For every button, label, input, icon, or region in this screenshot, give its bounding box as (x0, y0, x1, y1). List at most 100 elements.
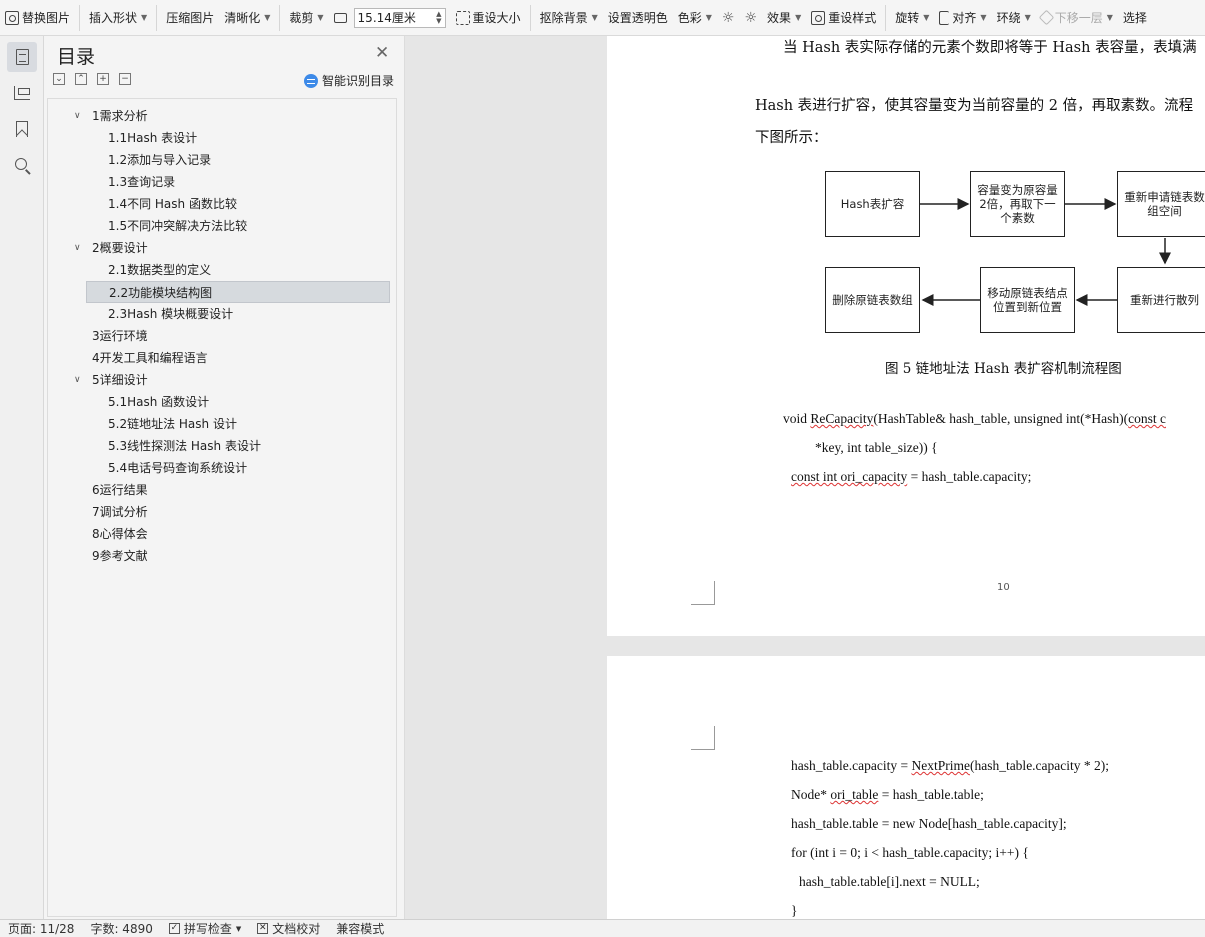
code-line: Node* ori_table = hash_table.table; (791, 787, 984, 802)
toc-item-label: 5详细设计 (92, 373, 148, 387)
document-area[interactable]: 当 Hash 表实际存储的元素个数即将等于 Hash 表容量，表填满 Hash … (405, 36, 1205, 919)
rotate-button[interactable]: 旋转 ▼ (890, 4, 934, 32)
toc-item-label: 1.2添加与导入记录 (108, 153, 212, 167)
toc-item-label: 5.3线性探测法 Hash 表设计 (108, 439, 261, 453)
toolbar-divider (885, 4, 887, 31)
smart-recognize-icon (303, 73, 318, 88)
chevron-down-icon: ▼ (141, 13, 148, 22)
size-input[interactable]: 15.14厘米 ▲ ▼ (353, 7, 446, 28)
toc-item-label: 9参考文献 (92, 549, 148, 563)
toc-title: 目录 (57, 46, 96, 68)
toc-item-label: 3运行环境 (92, 329, 148, 343)
spell-check-toggle[interactable]: ✓ 拼写检查 ▼ (161, 920, 249, 937)
chevron-down-icon[interactable]: ∨ (74, 237, 81, 259)
toc-item-label: 2.2功能模块结构图 (109, 286, 213, 300)
brightness-down-button[interactable]: ☼ (739, 4, 762, 32)
toc-item-label: 7调试分析 (92, 505, 148, 519)
checkbox-checked-icon: ✓ (168, 923, 180, 934)
toc-item-label: 1需求分析 (92, 109, 148, 123)
document-page: 当 Hash 表实际存储的元素个数即将等于 Hash 表容量，表填满 Hash … (607, 36, 1205, 636)
paragraph-line: 下图所示： (755, 130, 828, 146)
toc-item-label: 1.1Hash 表设计 (108, 131, 198, 145)
insert-shape-button[interactable]: 插入形状 ▼ (84, 4, 152, 32)
toc-item-label: 4开发工具和编程语言 (92, 351, 208, 365)
chapter-tree-icon (14, 86, 30, 100)
page-corner-mark (691, 726, 715, 750)
chevron-down-icon[interactable]: ∨ (74, 105, 81, 127)
code-line: const int ori_capacity = hash_table.capa… (791, 469, 1032, 484)
compress-image-button[interactable]: 压缩图片 (161, 4, 219, 32)
flow-box: 重新申请链表数组空间 (1117, 171, 1205, 237)
flow-box: 移动原链表结点位置到新位置 (980, 267, 1075, 333)
word-count[interactable]: 字数: 4890 (82, 920, 160, 937)
page-corner-mark (691, 581, 715, 605)
bookmark-button[interactable] (7, 114, 37, 144)
reset-style-button[interactable]: 重设样式 (806, 4, 881, 32)
toc-panel: 目录 ✕ ⌄ ⌃ + − 智能识别目录 ∨ 1需求分析 1.1Hash 表设计 1.2… (44, 36, 405, 919)
align-button[interactable]: 对齐 ▼ (934, 4, 991, 32)
toc-item-label: 2.1数据类型的定义 (108, 263, 212, 277)
toc-item[interactable]: 2.2功能模块结构图 (86, 281, 390, 303)
chevron-down-icon: ▼ (795, 13, 802, 22)
width-icon (333, 12, 347, 23)
crop-button[interactable]: 裁剪 ▼ (284, 4, 328, 32)
chapter-nav-button[interactable] (7, 78, 37, 108)
reset-style-icon (811, 10, 826, 25)
search-button[interactable] (7, 150, 37, 180)
toc-item-label: 8心得体会 (92, 527, 148, 541)
toc-item-label: 1.4不同 Hash 函数比较 (108, 197, 237, 211)
effects-button[interactable]: 效果 ▼ (762, 4, 806, 32)
collapse-all-icon[interactable]: ⌄ (53, 73, 65, 85)
toolbar-divider (279, 4, 281, 31)
toc-list: ∨ 1需求分析 1.1Hash 表设计 1.2添加与导入记录 1.3查询记录 1.4不同 … (47, 98, 397, 917)
chevron-down-icon: ▼ (705, 13, 712, 22)
select-button[interactable]: 选择 (1118, 4, 1152, 32)
chevron-down-icon: ▼ (235, 924, 242, 933)
size-control: 15.14厘米 ▲ ▼ (329, 4, 451, 32)
remove-background-button[interactable]: 抠除背景 ▼ (535, 4, 603, 32)
brightness-up-button[interactable]: ☼ (717, 4, 740, 32)
toc-item-label: 1.5不同冲突解决方法比较 (108, 219, 248, 233)
send-backward-button[interactable]: 下移一层 ▼ (1036, 4, 1118, 32)
chevron-down-icon: ▼ (591, 13, 598, 22)
remove-item-icon[interactable]: − (119, 73, 131, 85)
toolbar-divider (529, 4, 531, 31)
flow-box: 删除原链表数组 (825, 267, 920, 333)
sharpen-button[interactable]: 清晰化 ▼ (219, 4, 275, 32)
chevron-down-icon: ▼ (1024, 13, 1031, 22)
bookmark-icon (16, 121, 28, 137)
toc-panel-button[interactable] (7, 42, 37, 72)
wrap-button[interactable]: 环绕 ▼ (992, 4, 1036, 32)
set-transparent-button[interactable]: 设置透明色 (603, 4, 673, 32)
toc-item-label: 6运行结果 (92, 483, 148, 497)
layer-icon (1038, 9, 1055, 26)
checkbox-cross-icon: ✕ (257, 923, 269, 934)
code-line: hash_table.table[i].next = NULL; (799, 874, 980, 889)
chevron-down-icon[interactable]: ∨ (74, 369, 81, 391)
smart-recognize-toc-button[interactable]: 智能识别目录 (303, 72, 394, 89)
color-button[interactable]: 色彩 ▼ (673, 4, 717, 32)
code-line: } (791, 903, 798, 918)
code-line: *key, int table_size)) { (815, 440, 938, 455)
replace-image-button[interactable]: 替换图片 (0, 4, 75, 32)
figure-caption: 图 5 链地址法 Hash 表扩容机制流程图 (885, 361, 1122, 377)
code-line: void ReCapacity(HashTable& hash_table, u… (783, 411, 1166, 426)
flowchart-image[interactable]: Hash表扩容 容量变为原容量2倍，再取下一个素数 重新申请链表数组空间 重新进… (825, 171, 1205, 341)
close-icon[interactable]: ✕ (375, 43, 389, 63)
spinner-icon[interactable]: ▲ ▼ (436, 10, 441, 25)
reset-size-button[interactable]: 重设大小 (451, 4, 526, 32)
doc-proof-button[interactable]: ✕ 文档校对 (249, 920, 328, 937)
search-icon (14, 157, 27, 170)
expand-up-icon[interactable]: ⌃ (75, 73, 87, 85)
status-bar: 页面: 11/28 字数: 4890 ✓ 拼写检查 ▼ ✕ 文档校对 兼容模式 (0, 919, 1205, 937)
toolbar-divider (79, 4, 81, 31)
toolbar-divider (156, 4, 158, 31)
brightness-up-icon: ☼ (721, 9, 735, 26)
image-icon (5, 10, 19, 25)
toc-item-label: 2概要设计 (92, 241, 148, 255)
flow-box: Hash表扩容 (825, 171, 920, 237)
page-indicator[interactable]: 页面: 11/28 (0, 920, 82, 937)
navigation-rail (0, 36, 44, 919)
add-item-icon[interactable]: + (97, 73, 109, 85)
chevron-down-icon: ▼ (1106, 13, 1113, 22)
